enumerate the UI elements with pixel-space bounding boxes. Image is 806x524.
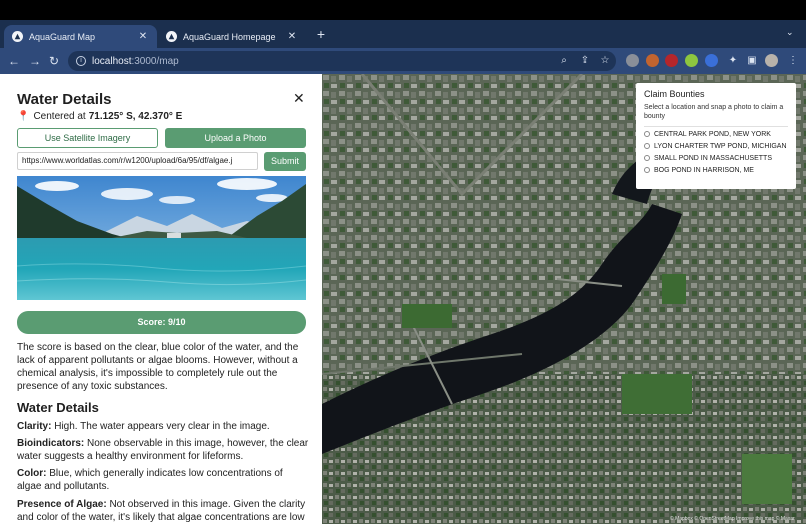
url-host: localhost — [92, 55, 132, 67]
detail-label: Presence of Algae: — [17, 499, 107, 510]
url-text: localhost:3000/map — [92, 56, 179, 67]
avatar[interactable] — [765, 54, 778, 67]
water-details-panel: Water Details ✕ 📍 Centered at 71.125° S,… — [0, 74, 322, 524]
tab-title: AquaGuard Homepage — [183, 31, 276, 42]
tab-strip: AquaGuard Map ✕ AquaGuard Homepage ✕ — [0, 20, 806, 48]
url-path: :3000/map — [131, 55, 179, 67]
bounty-label: SMALL POND IN MASSACHUSETTS — [654, 155, 772, 162]
os-top-bar — [0, 0, 806, 20]
detail-label: Color: — [17, 468, 47, 479]
bounty-label: CENTRAL PARK POND, NEW YORK — [654, 131, 771, 138]
extension-owl-icon[interactable] — [626, 54, 639, 67]
extension-red-icon[interactable] — [665, 54, 678, 67]
coordinates-line: 📍 Centered at 71.125° S, 42.370° E — [17, 111, 182, 122]
new-tab-button[interactable]: + — [313, 25, 329, 43]
bounty-option[interactable]: LYON CHARTER TWP POND, MICHIGAN — [644, 142, 788, 151]
bounty-option[interactable]: BOG POND IN HARRISON, ME — [644, 166, 788, 175]
extension-fox-icon[interactable] — [646, 54, 659, 67]
bounty-option[interactable]: CENTRAL PARK POND, NEW YORK — [644, 130, 788, 139]
detail-algae: Presence of Algae: Not observed in this … — [17, 498, 309, 524]
extension-green-icon[interactable] — [685, 54, 698, 67]
radio-icon[interactable] — [644, 155, 650, 161]
score-badge: Score: 9/10 — [17, 311, 306, 334]
map-pin-icon: 📍 — [17, 111, 30, 122]
claim-bounties-panel: Claim Bounties Select a location and sna… — [636, 83, 796, 189]
panel-title: Water Details — [17, 91, 112, 108]
close-icon[interactable]: ✕ — [137, 31, 149, 42]
lake-photo — [17, 176, 306, 300]
kebab-menu-icon[interactable]: ⋮ — [787, 55, 799, 67]
radio-icon[interactable] — [644, 143, 650, 149]
bounties-list: CENTRAL PARK POND, NEW YORK LYON CHARTER… — [644, 126, 788, 175]
bounties-title: Claim Bounties — [644, 89, 705, 99]
bounty-option[interactable]: SMALL POND IN MASSACHUSETTS — [644, 154, 788, 163]
reload-icon[interactable]: ↻ — [46, 53, 62, 69]
radio-icon[interactable] — [644, 131, 650, 137]
bookmark-star-icon[interactable]: ☆ — [599, 55, 611, 67]
detail-clarity: Clarity: High. The water appears very cl… — [17, 420, 309, 433]
coords-value: 71.125° S, 42.370° E — [88, 111, 183, 122]
tab-aquaguard-homepage[interactable]: AquaGuard Homepage ✕ — [158, 25, 306, 48]
address-bar[interactable]: i localhost:3000/map ⌕ ⇪ ☆ — [68, 51, 616, 71]
chevron-down-icon[interactable]: ⌄ — [786, 27, 794, 38]
side-panel-icon[interactable]: ▣ — [746, 55, 758, 67]
detail-text: Blue, which generally indicates low conc… — [17, 468, 283, 492]
aquaguard-favicon-icon — [12, 31, 23, 42]
bounty-label: LYON CHARTER TWP POND, MICHIGAN — [654, 143, 787, 150]
bounty-label: BOG POND IN HARRISON, ME — [654, 167, 754, 174]
back-arrow-icon[interactable]: ← — [6, 53, 22, 69]
tab-aquaguard-map[interactable]: AquaGuard Map ✕ — [4, 25, 157, 48]
extensions-puzzle-icon[interactable]: ✦ — [727, 55, 739, 67]
map-attribution[interactable]: © Mapbox © OpenStreetMap Improve this ma… — [670, 516, 795, 522]
tab-title: AquaGuard Map — [29, 31, 96, 42]
radio-icon[interactable] — [644, 167, 650, 173]
close-icon[interactable]: ✕ — [286, 31, 298, 42]
detail-color: Color: Blue, which generally indicates l… — [17, 467, 309, 493]
details-heading: Water Details — [17, 400, 99, 415]
detail-bioindicators: Bioindicators: None observable in this i… — [17, 437, 309, 463]
zoom-icon[interactable]: ⌕ — [558, 55, 570, 67]
use-satellite-imagery-button[interactable]: Use Satellite Imagery — [17, 128, 158, 148]
score-explanation: The score is based on the clear, blue co… — [17, 342, 299, 392]
detail-label: Bioindicators: — [17, 438, 85, 449]
aquaguard-favicon-icon — [166, 31, 177, 42]
bounties-subtitle: Select a location and snap a photo to cl… — [644, 104, 784, 120]
forward-arrow-icon[interactable]: → — [27, 53, 43, 69]
detail-text: High. The water appears very clear in th… — [54, 421, 270, 432]
close-icon[interactable]: ✕ — [293, 90, 305, 107]
upload-photo-button[interactable]: Upload a Photo — [165, 128, 306, 148]
detail-label: Clarity: — [17, 421, 52, 432]
info-icon[interactable]: i — [76, 56, 86, 66]
extension-gear-icon[interactable] — [705, 54, 718, 67]
submit-button[interactable]: Submit — [264, 152, 306, 171]
share-icon[interactable]: ⇪ — [579, 55, 591, 67]
image-url-input[interactable]: https://www.worldatlas.com/r/w1200/uploa… — [17, 152, 258, 170]
browser-toolbar: ← → ↻ i localhost:3000/map ⌕ ⇪ ☆ ✦ ▣ ⋮ — [0, 48, 806, 74]
coords-prefix: Centered at — [33, 111, 86, 122]
